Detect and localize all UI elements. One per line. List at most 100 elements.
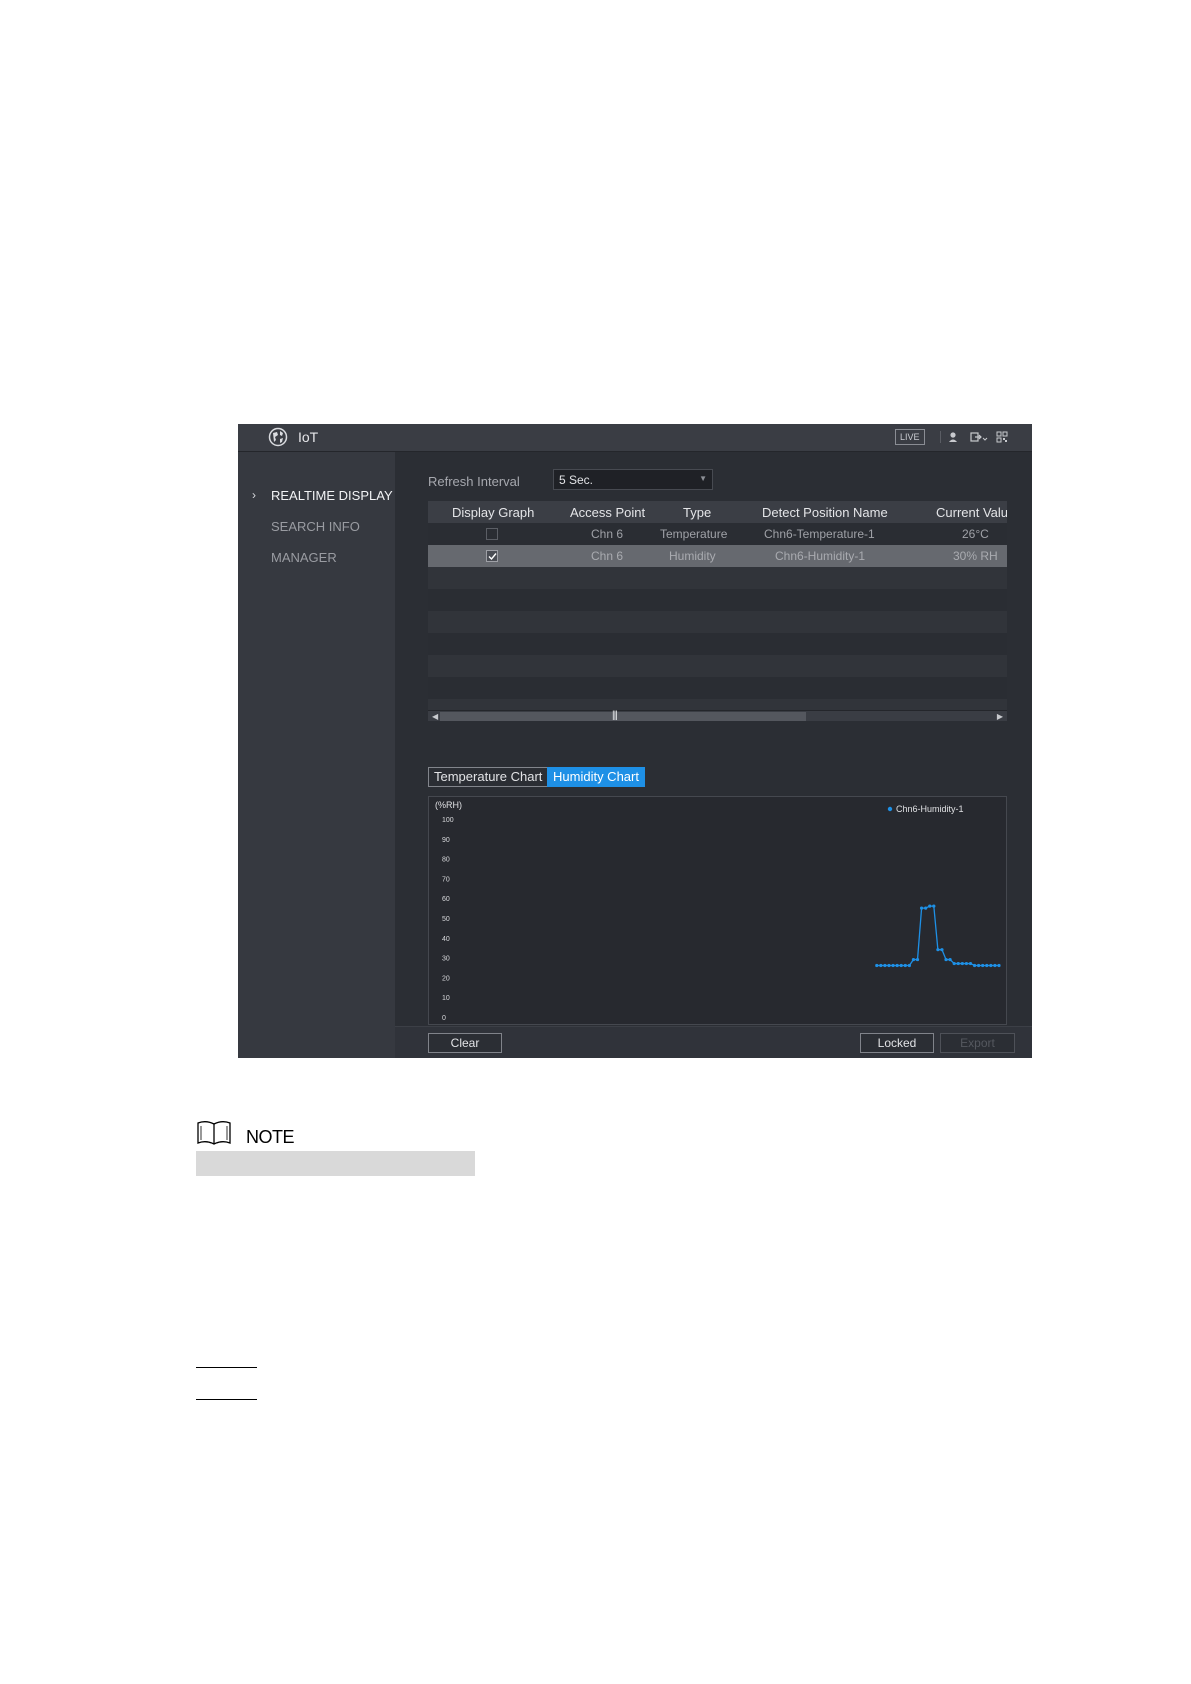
y-tick-label: 10	[442, 995, 450, 1002]
chevron-right-icon: ›	[252, 488, 256, 502]
cell-type: Temperature	[660, 527, 728, 541]
display-graph-checkbox-checked[interactable]	[486, 550, 498, 562]
series-line	[876, 905, 999, 967]
logout-icon[interactable]	[970, 430, 988, 444]
toolbar-divider	[940, 431, 941, 443]
data-point	[993, 963, 997, 968]
data-point	[972, 963, 977, 968]
data-point	[952, 961, 956, 966]
data-point	[883, 963, 887, 968]
display-graph-checkbox[interactable]	[486, 528, 498, 540]
clear-button[interactable]: Clear	[428, 1033, 502, 1053]
legend-marker	[887, 806, 893, 812]
footer-bar: Clear Locked Export	[395, 1026, 1032, 1058]
data-point	[903, 963, 907, 968]
globe-icon	[268, 427, 288, 447]
app-title: IoT	[298, 429, 319, 445]
data-point	[875, 963, 879, 968]
data-point	[968, 961, 973, 966]
legend-label: Chn6-Humidity-1	[896, 804, 964, 814]
data-point	[977, 963, 981, 968]
sidebar-item-realtime-display[interactable]: REALTIME DISPLAY	[271, 488, 393, 503]
column-header-type[interactable]: Type	[683, 505, 711, 520]
column-header-current-value[interactable]: Current Valu	[936, 505, 1007, 520]
chart-canvas: (%RH)1009080706050403020100Chn6-Humidity…	[435, 800, 1001, 1022]
y-tick-label: 50	[442, 916, 450, 923]
scrollbar-thumb[interactable]: |||	[440, 710, 806, 721]
y-tick-label: 70	[442, 876, 450, 883]
table-row[interactable]: Chn 6 Temperature Chn6-Temperature-1 26°…	[428, 523, 1007, 545]
column-header-detect-position-name[interactable]: Detect Position Name	[762, 505, 888, 520]
data-point	[899, 963, 903, 968]
data-point	[948, 957, 952, 962]
data-point	[919, 906, 924, 910]
dropdown-arrow-icon: ▼	[699, 474, 707, 483]
data-point	[997, 963, 1001, 968]
data-point	[928, 904, 932, 908]
data-point	[879, 963, 883, 968]
data-point	[911, 957, 916, 962]
cell-position-name: Chn6-Humidity-1	[775, 549, 866, 563]
refresh-interval-value: 5 Sec.	[559, 473, 594, 487]
cell-position-name: Chn6-Temperature-1	[764, 527, 875, 541]
data-point	[981, 963, 985, 968]
locked-button[interactable]: Locked	[860, 1033, 934, 1053]
data-point	[891, 963, 895, 968]
data-point	[960, 961, 964, 966]
y-tick-label: 100	[442, 817, 454, 824]
cell-current-value: 26°C	[962, 527, 989, 541]
horizontal-scrollbar[interactable]: ◀ ||| ▶	[428, 710, 1007, 721]
data-point	[887, 963, 891, 968]
tab-humidity-chart[interactable]: Humidity Chart	[547, 767, 645, 787]
cell-current-value: 30% RH	[953, 549, 998, 563]
data-point	[936, 948, 940, 952]
live-button[interactable]: LIVE	[895, 429, 925, 445]
y-tick-label: 40	[442, 936, 450, 943]
sidebar-item-search-info[interactable]: SEARCH INFO	[271, 519, 360, 534]
note-highlight-bar	[196, 1151, 475, 1176]
y-tick-label: 20	[442, 975, 450, 982]
column-header-access-point[interactable]: Access Point	[570, 505, 645, 520]
data-point	[907, 963, 911, 968]
y-tick-label: 60	[442, 896, 450, 903]
data-point	[915, 957, 920, 962]
column-header-display-graph[interactable]: Display Graph	[452, 505, 534, 520]
cell-access-point: Chn 6	[591, 549, 624, 563]
y-axis-label: (%RH)	[435, 800, 462, 810]
divider-line	[196, 1367, 257, 1368]
table-row-selected[interactable]: Chn 6 Humidity Chn6-Humidity-1 30% RH	[428, 545, 1007, 567]
y-tick-label: 30	[442, 956, 450, 963]
empty-row	[428, 655, 1007, 677]
grip-icon: |||	[612, 710, 618, 721]
tab-temperature-chart[interactable]: Temperature Chart	[428, 767, 549, 787]
iot-window: IoT LIVE › REALTIME DISPLAY SEARCH INFO …	[238, 424, 1032, 1058]
data-point	[956, 961, 960, 966]
y-tick-label: 80	[442, 857, 450, 864]
y-tick-label: 90	[442, 837, 450, 844]
divider-line	[196, 1399, 257, 1400]
scroll-left-arrow-icon[interactable]: ◀	[432, 712, 438, 721]
cell-access-point: Chn 6	[591, 527, 624, 541]
empty-row	[428, 567, 1007, 589]
data-point	[989, 963, 993, 968]
checkmark-icon	[488, 553, 497, 561]
qr-code-icon[interactable]	[996, 430, 1008, 444]
y-tick-label: 0	[442, 1015, 446, 1022]
data-point	[940, 948, 944, 952]
refresh-interval-label: Refresh Interval	[428, 474, 520, 489]
export-button[interactable]: Export	[940, 1033, 1015, 1053]
data-point	[895, 963, 899, 968]
scroll-right-arrow-icon[interactable]: ▶	[997, 712, 1003, 721]
data-point	[985, 963, 989, 968]
humidity-chart: (%RH) 100 90 80 70 60 50 40 30 20 10 0 Chn6-Humidity…	[428, 796, 1007, 1025]
data-point	[924, 906, 928, 910]
sensor-table: Display Graph Access Point Type Detect P…	[428, 501, 1007, 721]
sidebar-item-manager[interactable]: MANAGER	[271, 550, 337, 565]
refresh-interval-select[interactable]: 5 Sec. ▼	[553, 469, 713, 490]
data-point	[944, 957, 948, 962]
user-icon[interactable]	[948, 430, 958, 444]
sidebar: › REALTIME DISPLAY SEARCH INFO MANAGER	[238, 452, 395, 1058]
table-header: Display Graph Access Point Type Detect P…	[428, 501, 1007, 523]
main-panel: Refresh Interval 5 Sec. ▼ Display Graph …	[395, 452, 1032, 1058]
book-icon	[197, 1121, 231, 1145]
